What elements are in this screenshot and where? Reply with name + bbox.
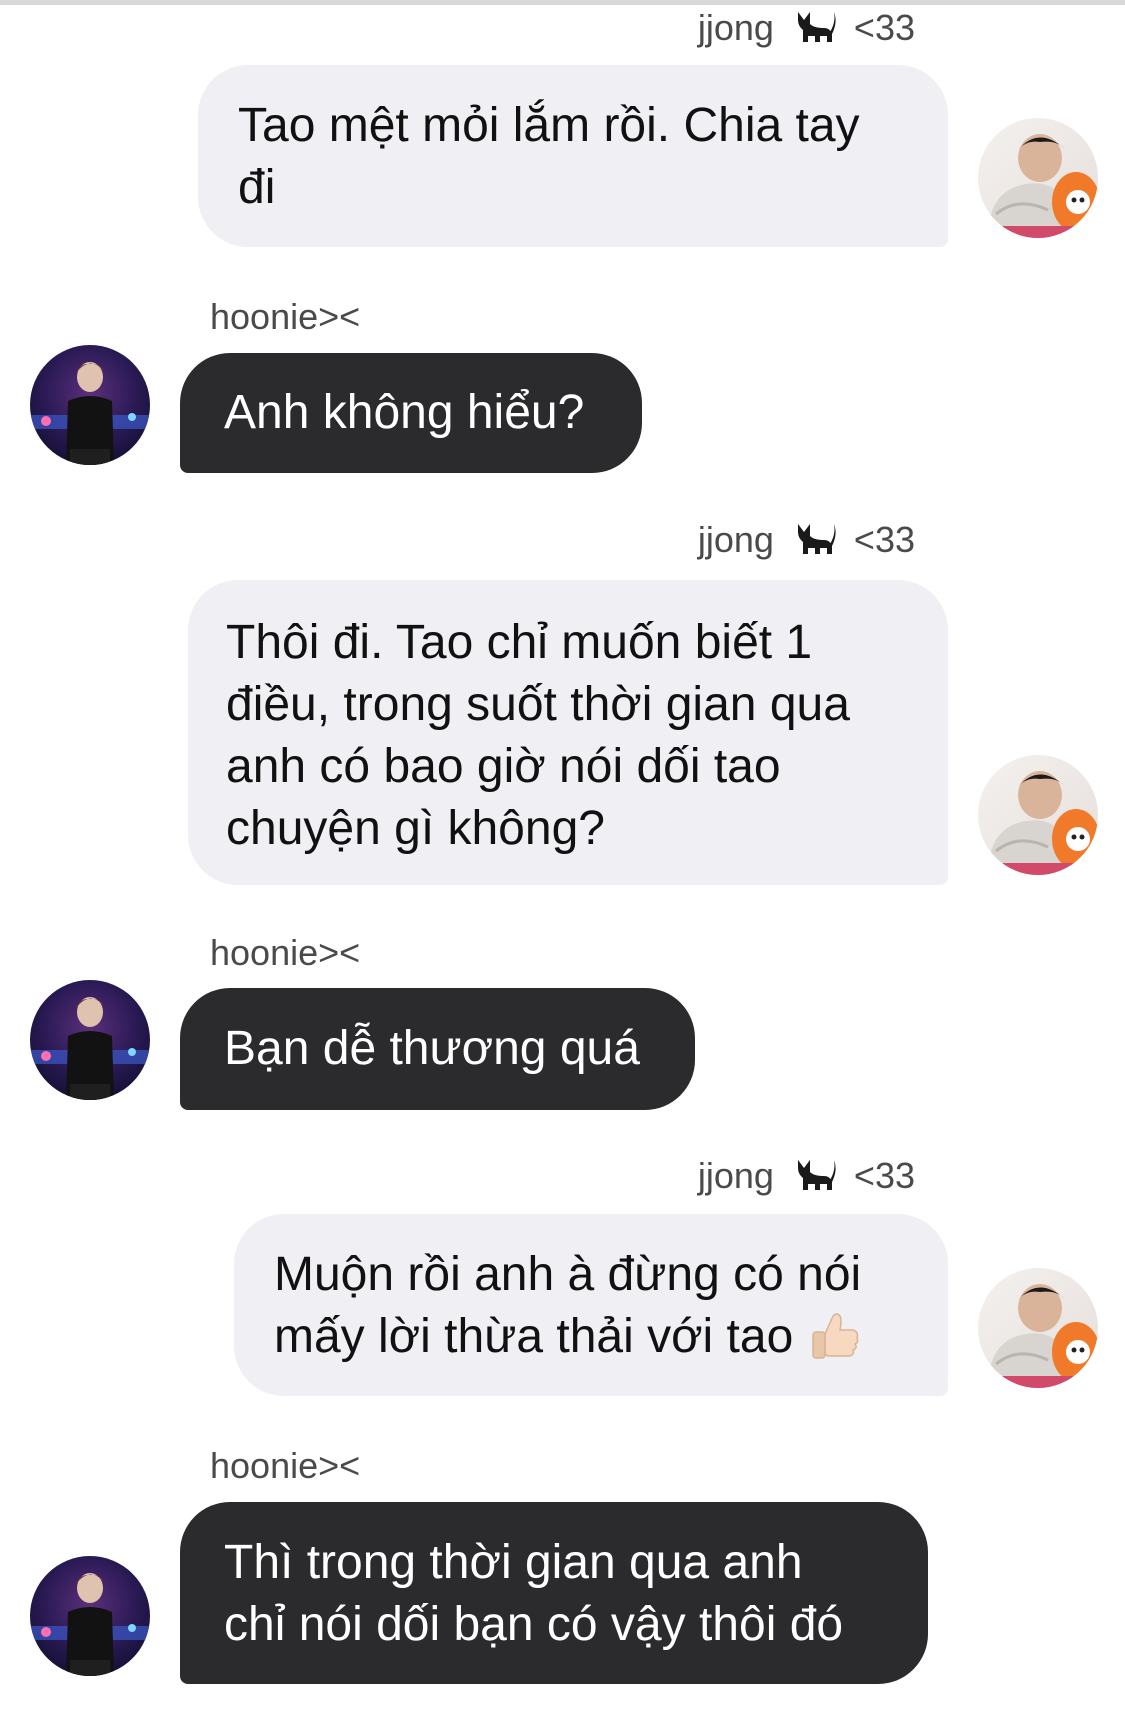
message-bubble-outgoing[interactable]: Tao mệt mỏi lắm rồi. Chia tay đi xyxy=(198,65,948,247)
message-bubble-outgoing[interactable]: Muộn rồi anh à đừng có nói mấy lời thừa … xyxy=(234,1214,948,1396)
message-text: điều, trong suốt thời gian qua xyxy=(226,678,850,731)
avatar-me[interactable] xyxy=(978,1268,1098,1388)
sender-name: jjong xyxy=(697,7,774,48)
black-cat-icon xyxy=(794,1154,838,1203)
thumbs-up-icon xyxy=(807,1310,861,1380)
message-text: mấy lời thừa thải với tao xyxy=(274,1306,908,1380)
sender-label-me: jjong <33 xyxy=(600,1154,915,1203)
sender-label-them: hoonie>< xyxy=(210,296,361,337)
sender-label-me: jjong <33 xyxy=(600,518,915,567)
black-cat-icon xyxy=(794,518,838,567)
avatar-them[interactable] xyxy=(30,345,150,465)
avatar-me[interactable] xyxy=(978,755,1098,875)
message-text: chuyện gì không? xyxy=(226,802,605,855)
message-text: chỉ nói dối bạn có vậy thôi đó xyxy=(224,1598,844,1651)
message-text: đi xyxy=(238,161,276,214)
sender-suffix: <33 xyxy=(853,1155,915,1196)
avatar-them[interactable] xyxy=(30,1556,150,1676)
message-text: Thôi đi. Tao chỉ muốn biết 1 xyxy=(226,616,813,669)
message-bubble-incoming[interactable]: Anh không hiểu? xyxy=(180,353,642,473)
message-text-fragment: mấy lời thừa thải với tao xyxy=(274,1310,794,1363)
message-text: Thì trong thời gian qua anh xyxy=(224,1536,803,1589)
message-bubble-incoming[interactable]: Thì trong thời gian qua anh chỉ nói dối … xyxy=(180,1502,928,1684)
sender-name: jjong xyxy=(697,519,774,560)
sender-suffix: <33 xyxy=(853,7,915,48)
message-bubble-outgoing[interactable]: Thôi đi. Tao chỉ muốn biết 1 điều, trong… xyxy=(188,580,948,885)
sender-label-them: hoonie>< xyxy=(210,1445,361,1486)
message-text: Muộn rồi anh à đừng có nói xyxy=(274,1248,862,1301)
avatar-me[interactable] xyxy=(978,118,1098,238)
sender-name: jjong xyxy=(697,1155,774,1196)
sender-label-me: jjong <33 xyxy=(600,6,915,55)
top-divider xyxy=(0,0,1125,5)
sender-label-them: hoonie>< xyxy=(210,932,361,973)
message-text: Tao mệt mỏi lắm rồi. Chia tay xyxy=(238,99,860,152)
black-cat-icon xyxy=(794,6,838,55)
avatar-them[interactable] xyxy=(30,980,150,1100)
sender-suffix: <33 xyxy=(853,519,915,560)
message-text: Bạn dễ thương quá xyxy=(224,1022,640,1075)
message-text: Anh không hiểu? xyxy=(224,386,585,439)
message-bubble-incoming[interactable]: Bạn dễ thương quá xyxy=(180,988,695,1110)
message-text: anh có bao giờ nói dối tao xyxy=(226,740,781,793)
